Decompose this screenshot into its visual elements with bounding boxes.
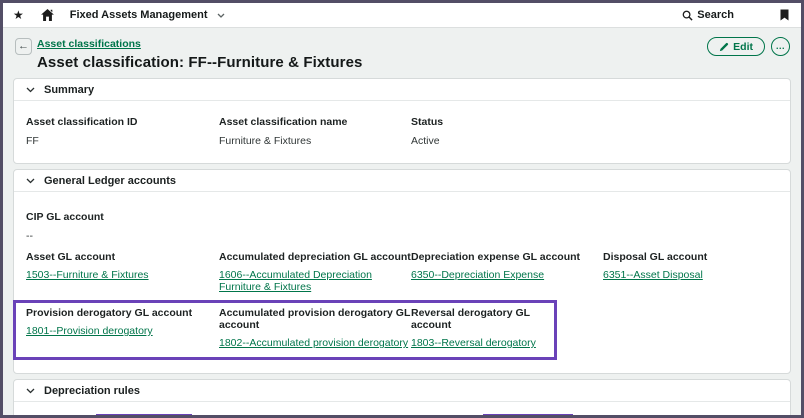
field-asset-classification-name: Asset classification name Furniture & Fi… (219, 116, 411, 147)
gl-accounts-row: Asset GL account 1503--Furniture & Fixtu… (26, 251, 778, 295)
field-label: Accumulated depreciation GL account (219, 251, 411, 263)
highlight-box-coefficient (483, 414, 573, 418)
edit-button[interactable]: Edit (707, 37, 765, 56)
field-cip-gl-account: CIP GL account -- (26, 211, 778, 242)
field-label: Provision derogatory GL account (26, 307, 219, 319)
depreciation-expense-gl-account-link[interactable]: 6350--Depreciation Expense (411, 269, 544, 281)
star-icon: ★ (13, 9, 24, 21)
field-label: Reversal derogatory GL account (411, 307, 554, 331)
accumulated-provision-derogatory-gl-account-link[interactable]: 1802--Accumulated provision derogatory (219, 337, 408, 349)
breadcrumb-asset-classifications-link[interactable]: Asset classifications (37, 38, 141, 50)
edit-button-label: Edit (733, 41, 753, 53)
field-accumulated-provision-derogatory-gl-account: Accumulated provision derogatory GL acco… (219, 307, 411, 351)
field-status: Status Active (411, 116, 778, 147)
field-asset-gl-account: Asset GL account 1503--Furniture & Fixtu… (26, 251, 219, 295)
summary-section-title: Summary (44, 84, 94, 96)
reversal-derogatory-gl-account-link[interactable]: 1803--Reversal derogatory (411, 337, 536, 349)
gl-accounts-section: General Ledger accounts CIP GL account -… (13, 169, 791, 374)
field-label: CIP GL account (26, 211, 778, 223)
page-title: Asset classification: FF--Furniture & Fi… (37, 54, 363, 71)
field-value: -- (26, 230, 778, 242)
breadcrumb: Asset classifications (37, 34, 363, 52)
back-button[interactable]: ← (15, 38, 32, 55)
search-icon (682, 10, 693, 21)
header-actions: Edit ... (707, 37, 790, 56)
field-label: Accumulated provision derogatory GL acco… (219, 307, 411, 331)
field-provision-derogatory-gl-account: Provision derogatory GL account 1801--Pr… (26, 307, 219, 351)
field-label: Asset GL account (26, 251, 219, 263)
topbar-right: Search (682, 9, 789, 21)
field-depreciation-expense-gl-account: Depreciation expense GL account 6350--De… (411, 251, 603, 295)
field-label: Disposal GL account (603, 251, 778, 263)
bookmark-button[interactable] (780, 9, 789, 21)
app-name: Fixed Assets Management (70, 9, 208, 21)
search-label: Search (697, 9, 734, 21)
accumulated-depreciation-gl-account-link[interactable]: 1606--Accumulated Depreciation Furniture… (219, 269, 411, 293)
home-icon (41, 9, 54, 21)
favorites-star-button[interactable]: ★ (13, 9, 24, 21)
highlight-box-depreciation-method (96, 414, 192, 418)
chevron-down-icon (26, 388, 35, 394)
depreciation-rules-section-title: Depreciation rules (44, 385, 140, 397)
bookmark-icon (780, 9, 789, 21)
chevron-down-icon (26, 87, 35, 93)
highlight-box-derogatory-accounts: Provision derogatory GL account 1801--Pr… (13, 300, 557, 360)
field-disposal-gl-account: Disposal GL account 6351--Asset Disposal (603, 251, 778, 295)
provision-derogatory-gl-account-link[interactable]: 1801--Provision derogatory (26, 325, 153, 337)
field-reversal-derogatory-gl-account: Reversal derogatory GL account 1803--Rev… (411, 307, 554, 351)
field-value: Furniture & Fixtures (219, 135, 411, 147)
chevron-down-icon (217, 13, 225, 18)
field-label: Asset classification name (219, 116, 411, 128)
summary-section-header[interactable]: Summary (14, 79, 790, 101)
depreciation-rules-section: Depreciation rules Depreciation ...↑ Dep… (13, 379, 791, 418)
field-label: Status (411, 116, 778, 128)
app-switcher-menu[interactable]: Fixed Assets Management (70, 9, 225, 21)
ellipsis-icon: ... (776, 41, 785, 51)
depreciation-rules-section-header[interactable]: Depreciation rules (14, 380, 790, 402)
home-button[interactable] (41, 9, 54, 21)
pencil-icon (719, 42, 729, 52)
more-options-button[interactable]: ... (771, 37, 790, 56)
gl-accounts-body: CIP GL account -- Asset GL account 1503-… (14, 192, 790, 373)
search-button[interactable]: Search (682, 9, 734, 21)
gl-accounts-section-title: General Ledger accounts (44, 175, 176, 187)
gl-accounts-section-header[interactable]: General Ledger accounts (14, 170, 790, 192)
field-value: FF (26, 135, 219, 147)
chevron-down-icon (26, 178, 35, 184)
status-value: Active (411, 135, 778, 147)
page-header: ← Asset classifications Asset classifica… (3, 28, 801, 78)
title-block: Asset classifications Asset classificati… (37, 34, 363, 71)
asset-gl-account-link[interactable]: 1503--Furniture & Fixtures (26, 269, 149, 281)
field-label: Depreciation expense GL account (411, 251, 603, 263)
summary-fields: Asset classification ID FF Asset classif… (14, 101, 790, 163)
disposal-gl-account-link[interactable]: 6351--Asset Disposal (603, 269, 703, 281)
field-accumulated-depreciation-gl-account: Accumulated depreciation GL account 1606… (219, 251, 411, 295)
summary-section: Summary Asset classification ID FF Asset… (13, 78, 791, 164)
back-arrow-icon: ← (18, 41, 29, 52)
field-label: Asset classification ID (26, 116, 219, 128)
field-asset-classification-id: Asset classification ID FF (26, 116, 219, 147)
app-window: ★ Fixed Assets Management Search (0, 0, 804, 418)
top-bar: ★ Fixed Assets Management Search (3, 3, 801, 28)
